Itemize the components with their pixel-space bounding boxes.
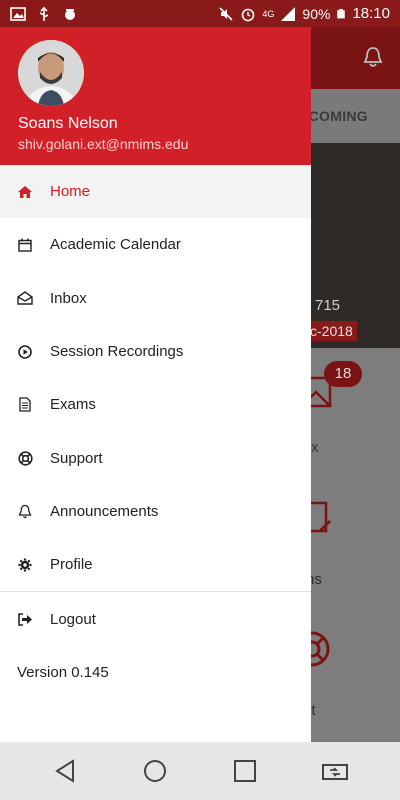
banner-number: 715 <box>315 297 341 314</box>
menu-item-label: Support <box>50 449 103 467</box>
menu-item-support[interactable]: Support <box>0 431 311 484</box>
tile-label-inbox: x <box>311 439 319 456</box>
home-icon <box>17 184 33 200</box>
system-nav-bar <box>0 742 400 800</box>
user-name: Soans Nelson <box>18 115 118 132</box>
gear-icon <box>17 557 33 573</box>
signal-icon <box>281 6 296 21</box>
logout-icon <box>17 611 33 627</box>
bell-icon <box>17 503 33 519</box>
menu-item-label: Exams <box>50 396 96 414</box>
lifebuoy-icon <box>17 450 33 466</box>
menu-item-label: Academic Calendar <box>50 236 181 254</box>
menu-item-announcements[interactable]: Announcements <box>0 485 311 538</box>
recents-button[interactable] <box>229 755 261 787</box>
menu-item-session-recordings[interactable]: Session Recordings <box>0 325 311 378</box>
battery-icon <box>337 8 346 18</box>
battery-percent: 90% <box>302 5 331 22</box>
menu-item-label: Inbox <box>50 289 87 307</box>
back-triangle-icon <box>55 759 74 783</box>
menu-item-label: Home <box>50 183 91 201</box>
banner-date: c-2018 <box>306 321 357 341</box>
menu-item-exams[interactable]: Exams <box>0 378 311 431</box>
mute-icon <box>219 6 233 21</box>
calendar-icon <box>17 237 33 253</box>
drawer-menu: Home Academic Calendar Inbox Session Rec… <box>0 165 311 681</box>
image-icon <box>10 6 26 21</box>
menu-item-profile[interactable]: Profile <box>0 538 311 591</box>
drawer-header: Soans Nelson shiv.golani.ext@nmims.edu <box>0 27 311 165</box>
android-debug-icon <box>65 8 75 20</box>
recents-square-icon <box>234 760 256 782</box>
alarm-icon <box>242 8 255 21</box>
status-bar: 4G 90% 18:10 <box>0 0 400 27</box>
menu-item-home[interactable]: Home <box>0 165 311 219</box>
play-circle-icon <box>17 344 33 360</box>
switch-app-icon <box>322 764 348 780</box>
menu-item-label: Session Recordings <box>50 343 184 361</box>
home-button[interactable] <box>139 755 171 787</box>
app-version: Version 0.145 <box>17 663 109 681</box>
back-button[interactable] <box>49 755 81 787</box>
home-circle-icon <box>144 760 166 782</box>
switch-app-button[interactable] <box>319 755 351 787</box>
menu-item-label: Announcements <box>50 502 159 520</box>
avatar[interactable] <box>18 40 84 106</box>
menu-item-logout[interactable]: Logout <box>0 592 311 645</box>
menu-item-academic-calendar[interactable]: Academic Calendar <box>0 218 311 271</box>
navigation-drawer: Soans Nelson shiv.golani.ext@nmims.edu H… <box>0 27 311 742</box>
menu-item-label: Profile <box>50 556 93 574</box>
usb-icon <box>39 6 49 21</box>
menu-item-label: Logout <box>50 610 96 628</box>
inbox-icon <box>17 290 33 306</box>
avatar-photo <box>18 40 84 106</box>
menu-item-inbox[interactable]: Inbox <box>0 272 311 325</box>
user-email: shiv.golani.ext@nmims.edu <box>18 136 189 152</box>
document-icon <box>17 397 33 413</box>
clock: 18:10 <box>352 5 390 22</box>
network-type: 4G <box>262 8 275 19</box>
notification-bell-icon[interactable] <box>362 45 384 69</box>
